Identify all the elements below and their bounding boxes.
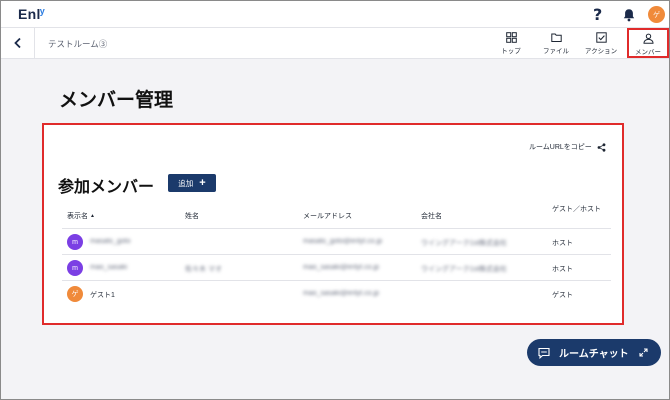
company: ウイングアーク1st株式会社 [421,266,507,273]
role: ゲスト [552,292,573,299]
company: ウイングアーク1st株式会社 [421,240,507,247]
display-name: masato_goto [90,238,131,245]
column-header-company: 会社名 [421,213,442,220]
share-icon [597,142,606,152]
members-table: 表示名 ▲ 姓名 メールアドレス 会社名 ゲスト／ホスト m masato_got… [62,205,611,307]
tab-files[interactable]: ファイル [537,31,575,57]
tab-label: メンバー [635,49,661,56]
divider [34,28,35,58]
tab-members[interactable]: メンバー [627,28,669,58]
chat-bubble-icon [538,347,550,359]
full-name: 佐々木 マオ [185,266,222,273]
enly-logo[interactable]: Enly [18,6,46,22]
add-label: 追加 [178,178,194,188]
table-row[interactable]: ゲ ゲスト1 mao_sasaki@enlyt.co.jp ゲスト [62,281,611,307]
section-title: 参加メンバー [58,179,155,196]
tab-label: ファイル [543,48,569,55]
room-chat-label: ルームチャット [559,349,629,360]
email: masato_goto@enlyt.co.jp [303,238,383,245]
expand-icon [639,348,648,357]
checkbox-icon [595,32,607,43]
room-nav-bar: テストルーム③ トップ ファイル アクション メンバー [1,28,669,59]
sort-asc-icon: ▲ [90,213,95,219]
room-title: テストルーム③ [48,39,108,49]
tab-actions[interactable]: アクション [582,31,620,57]
plus-icon: + [199,176,206,189]
help-icon[interactable]: ? [593,5,602,24]
role: ホスト [552,266,573,273]
member-avatar: ゲ [67,286,83,302]
email: mao_sasaki@enlyt.co.jp [303,264,379,271]
tab-top[interactable]: トップ [492,31,530,57]
members-card: ルームURLをコピー 参加メンバー 追加 + 表示名 ▲ 姓名 メールアドレス 会… [42,123,624,325]
display-name: ゲスト1 [90,292,115,299]
page-title: メンバー管理 [59,90,174,111]
table-header: 表示名 ▲ 姓名 メールアドレス 会社名 ゲスト／ホスト [62,205,611,229]
role: ホスト [552,240,573,247]
table-row[interactable]: m mao_sasaki 佐々木 マオ mao_sasaki@enlyt.co.… [62,255,611,281]
tab-label: トップ [501,48,521,55]
table-row[interactable]: m masato_goto masato_goto@enlyt.co.jp ウイ… [62,229,611,255]
member-avatar: m [67,234,83,250]
column-header-display-name[interactable]: 表示名 ▲ [67,211,95,221]
room-chat-button[interactable]: ルームチャット [527,339,661,366]
email: mao_sasaki@enlyt.co.jp [303,290,379,297]
folder-icon [550,33,562,42]
person-icon [642,33,654,44]
copy-room-url-button[interactable]: ルームURLをコピー [529,142,606,152]
column-header-email: メールアドレス [303,213,352,220]
column-header-role: ゲスト／ホスト [552,206,601,213]
member-avatar: m [67,260,83,276]
copy-url-label: ルームURLをコピー [529,144,592,151]
grid-icon [505,32,517,43]
back-chevron-icon[interactable] [12,37,24,49]
add-member-button[interactable]: 追加 + [168,174,216,192]
top-bar: Enly ? ゲ [1,1,669,28]
column-header-full-name: 姓名 [185,213,199,220]
display-name: mao_sasaki [90,264,128,271]
bell-icon[interactable] [622,8,636,22]
user-avatar[interactable]: ゲ [648,6,665,23]
tab-label: アクション [584,48,618,55]
